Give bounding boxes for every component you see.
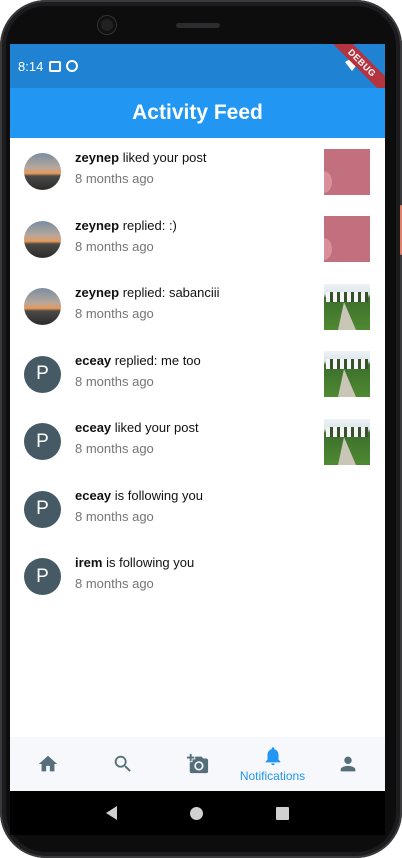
gallery-notification-icon bbox=[49, 60, 62, 72]
nav-upload[interactable] bbox=[160, 737, 235, 791]
avatar-initial: P bbox=[36, 363, 49, 385]
app-notification-icon bbox=[66, 60, 79, 72]
avatar-initial: P bbox=[36, 565, 49, 587]
avatar[interactable]: P bbox=[24, 490, 61, 528]
feed-item[interactable]: P irem is following you 8 months ago bbox=[10, 543, 385, 611]
feed-item-text: irem is following you 8 months ago bbox=[75, 555, 194, 591]
feed-item-text: zeynep liked your post 8 months ago bbox=[75, 150, 207, 186]
phone-frame: 8:14 DEBUG Activity Feed zeynep liked yo… bbox=[0, 0, 402, 858]
feed-item-text: zeynep replied: :) 8 months ago bbox=[75, 218, 177, 254]
username[interactable]: eceay bbox=[75, 420, 111, 435]
username[interactable]: zeynep bbox=[75, 218, 119, 233]
status-bar: 8:14 DEBUG bbox=[10, 44, 385, 100]
timestamp: 8 months ago bbox=[75, 306, 154, 321]
search-icon bbox=[114, 755, 131, 772]
timestamp: 8 months ago bbox=[75, 441, 154, 456]
feed-item[interactable]: P eceay is following you 8 months ago bbox=[10, 476, 385, 544]
avatar[interactable]: P bbox=[24, 355, 61, 393]
timestamp: 8 months ago bbox=[75, 576, 154, 591]
feed-item[interactable]: P eceay replied: me too 8 months ago bbox=[10, 341, 385, 409]
nav-notifications-label: Notifications bbox=[239, 769, 306, 783]
front-camera bbox=[98, 16, 116, 34]
timestamp: 8 months ago bbox=[75, 373, 154, 389]
page-title: Activity Feed bbox=[132, 101, 263, 124]
feed-item-text: eceay replied: me too 8 months ago bbox=[75, 353, 201, 389]
feed-item[interactable]: zeynep replied: :) 8 months ago bbox=[10, 206, 385, 274]
post-thumbnail[interactable] bbox=[324, 283, 370, 330]
post-thumbnail[interactable] bbox=[324, 148, 370, 195]
timestamp: 8 months ago bbox=[75, 508, 154, 524]
app-bar: Activity Feed bbox=[10, 88, 385, 138]
avatar[interactable]: P bbox=[24, 423, 61, 461]
post-thumbnail[interactable] bbox=[324, 216, 370, 263]
home-icon bbox=[38, 755, 57, 772]
add-photo-icon bbox=[186, 753, 208, 774]
username[interactable]: zeynep bbox=[75, 285, 119, 300]
username[interactable]: eceay bbox=[75, 488, 111, 503]
avatar[interactable] bbox=[24, 220, 61, 258]
feed-item[interactable]: P eceay liked your post 8 months ago bbox=[10, 408, 385, 476]
status-time: 8:14 bbox=[18, 58, 44, 74]
activity-text: replied: sabanciii bbox=[119, 285, 220, 300]
feed-item[interactable]: zeynep liked your post 8 months ago bbox=[10, 138, 385, 206]
notifications-icon bbox=[265, 747, 280, 766]
system-navigation-bar bbox=[10, 791, 385, 835]
nav-home[interactable] bbox=[10, 737, 85, 791]
avatar[interactable]: P bbox=[24, 558, 61, 596]
activity-text: is following you bbox=[102, 555, 195, 570]
nav-search[interactable] bbox=[85, 737, 160, 791]
screen: 8:14 DEBUG Activity Feed zeynep liked yo… bbox=[10, 44, 385, 791]
earpiece-speaker bbox=[176, 23, 220, 28]
feed-item-text: zeynep replied: sabanciii 8 months ago bbox=[75, 285, 220, 321]
timestamp: 8 months ago bbox=[75, 238, 154, 254]
post-thumbnail[interactable] bbox=[324, 418, 370, 465]
nav-notifications[interactable]: Notifications bbox=[235, 737, 310, 791]
activity-text: replied: :) bbox=[119, 217, 177, 233]
activity-text: replied: me too bbox=[111, 352, 201, 368]
timestamp: 8 months ago bbox=[75, 171, 154, 186]
username[interactable]: irem bbox=[75, 555, 102, 570]
post-thumbnail[interactable] bbox=[324, 351, 370, 398]
username[interactable]: zeynep bbox=[75, 150, 119, 165]
username[interactable]: eceay bbox=[75, 353, 111, 368]
activity-text: liked your post bbox=[111, 420, 199, 435]
avatar-initial: P bbox=[36, 430, 49, 452]
avatar[interactable] bbox=[24, 153, 61, 191]
person-icon bbox=[340, 756, 355, 772]
feed-item[interactable]: zeynep replied: sabanciii 8 months ago bbox=[10, 273, 385, 341]
back-icon[interactable] bbox=[106, 806, 118, 820]
activity-feed-list: zeynep liked your post 8 months ago zeyn… bbox=[10, 138, 385, 611]
home-circle-icon[interactable] bbox=[189, 806, 203, 820]
avatar[interactable] bbox=[24, 288, 61, 326]
nav-profile[interactable] bbox=[310, 737, 385, 791]
feed-item-text: eceay liked your post 8 months ago bbox=[75, 420, 199, 456]
activity-text: is following you bbox=[111, 487, 203, 503]
feed-item-text: eceay is following you 8 months ago bbox=[75, 488, 203, 524]
avatar-initial: P bbox=[36, 498, 49, 520]
bottom-navigation-bar: Notifications bbox=[10, 737, 385, 791]
activity-text: liked your post bbox=[119, 150, 207, 165]
recents-icon[interactable] bbox=[275, 806, 289, 820]
